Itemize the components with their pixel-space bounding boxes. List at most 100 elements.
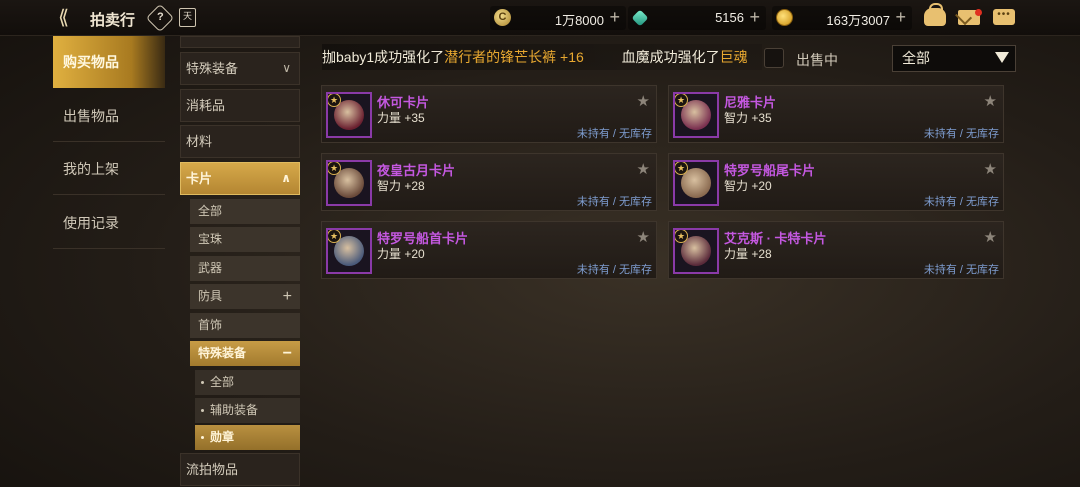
back-arrow-icon[interactable]: ⟪ xyxy=(58,7,84,29)
star-badge-icon: ★ xyxy=(675,230,688,243)
category-consumables[interactable]: 消耗品 xyxy=(180,89,300,122)
chevron-down-icon: ∨ xyxy=(282,61,291,75)
subcategory-label: 防具 xyxy=(198,289,223,303)
subsubcategory-all[interactable]: 全部 xyxy=(195,370,300,395)
chevron-up-icon: ∧ xyxy=(281,171,291,185)
subcategory-all[interactable]: 全部 xyxy=(190,199,300,224)
star-badge-icon: ★ xyxy=(328,230,341,243)
bag-icon[interactable] xyxy=(924,3,946,26)
card-thumbnail: ★ xyxy=(326,92,372,138)
dropdown-arrow-icon xyxy=(995,52,1009,63)
category-label: 流拍物品 xyxy=(186,462,239,477)
ticker-text-2: 血魔成功强化了 xyxy=(621,49,720,65)
star-badge-icon: ★ xyxy=(328,162,341,175)
bullet-icon xyxy=(201,436,204,440)
subcategory-weapon[interactable]: 武器 xyxy=(190,256,300,281)
star-badge-icon: ★ xyxy=(675,162,688,175)
favorite-star-icon[interactable]: ★ xyxy=(984,228,997,246)
nav-item-buy[interactable]: 购买物品 xyxy=(53,36,165,88)
subsubcategory-label: 勋章 xyxy=(210,430,235,444)
favorite-star-icon[interactable]: ★ xyxy=(637,160,650,178)
subcategory-label: 宝珠 xyxy=(198,232,223,246)
card-thumbnail: ★ xyxy=(673,92,719,138)
star-badge-icon: ★ xyxy=(675,94,688,107)
gold-value: 163万3007 xyxy=(826,13,890,28)
bullet-icon xyxy=(201,381,204,385)
favorite-star-icon[interactable]: ★ xyxy=(637,228,650,246)
category-cards[interactable]: 卡片 ∧ xyxy=(180,162,300,195)
category-label: 特殊装备 xyxy=(186,61,239,76)
ticker-item-2: 巨魂 xyxy=(719,49,748,65)
subsubcategory-medal[interactable]: 勋章 xyxy=(195,425,300,450)
category-scroll-edge xyxy=(180,36,300,48)
currency-gem: 5156 + xyxy=(628,6,766,30)
zeny-coin-icon: C xyxy=(494,9,511,26)
dropdown-value: 全部 xyxy=(902,50,930,66)
subcategory-label: 全部 xyxy=(198,204,223,218)
gem-icon xyxy=(631,9,649,27)
card-stat: 力量 +20 xyxy=(377,247,425,261)
card-stat: 智力 +20 xyxy=(724,179,772,193)
subcategory-armor[interactable]: 防具 + xyxy=(190,284,300,309)
zeny-value: 1万8000 xyxy=(554,13,604,28)
item-card[interactable]: ★ 特罗号船首卡片 力量 +20 未持有 / 无库存 ★ xyxy=(321,221,657,279)
on-sale-checkbox[interactable] xyxy=(764,48,784,68)
category-label: 材料 xyxy=(186,134,213,149)
card-stat: 力量 +35 xyxy=(377,111,425,125)
card-thumbnail: ★ xyxy=(326,160,372,206)
subcategory-label: 武器 xyxy=(198,261,223,275)
gold-coin-icon xyxy=(776,9,793,26)
item-card[interactable]: ★ 夜皇古月卡片 智力 +28 未持有 / 无库存 ★ xyxy=(321,153,657,211)
item-card[interactable]: ★ 尼雅卡片 智力 +35 未持有 / 无库存 ★ xyxy=(668,85,1004,143)
card-status: 未持有 / 无库存 xyxy=(576,196,652,208)
card-thumbnail: ★ xyxy=(673,228,719,274)
nav-item-sell[interactable]: 出售物品 xyxy=(53,90,165,142)
page-title: 拍卖行 xyxy=(90,12,136,29)
favorite-star-icon[interactable]: ★ xyxy=(984,160,997,178)
category-special-equipment[interactable]: 特殊装备 ∨ xyxy=(180,52,300,85)
subcategory-accessory[interactable]: 首饰 xyxy=(190,313,300,338)
favorite-star-icon[interactable]: ★ xyxy=(984,92,997,110)
zeny-add-button[interactable]: + xyxy=(609,7,620,28)
filter-dropdown[interactable]: 全部 xyxy=(892,45,1016,72)
nav-item-my-listings[interactable]: 我的上架 xyxy=(53,143,165,195)
card-stat: 智力 +28 xyxy=(377,179,425,193)
item-card[interactable]: ★ 艾克斯 · 卡特卡片 力量 +28 未持有 / 无库存 ★ xyxy=(668,221,1004,279)
gold-add-button[interactable]: + xyxy=(895,7,906,28)
notification-dot xyxy=(975,9,982,16)
card-stat: 智力 +35 xyxy=(724,111,772,125)
card-status: 未持有 / 无库存 xyxy=(923,264,999,276)
category-label: 卡片 xyxy=(186,171,213,186)
subcategory-orb[interactable]: 宝珠 xyxy=(190,227,300,252)
help-icon-glyph: ? xyxy=(156,11,164,24)
subcategory-special-equipment[interactable]: 特殊装备 − xyxy=(190,341,300,366)
subcategory-label: 特殊装备 xyxy=(198,346,247,360)
calendar-icon[interactable]: 天 xyxy=(179,8,196,27)
on-sale-label: 出售中 xyxy=(796,52,838,68)
item-card[interactable]: ★ 休可卡片 力量 +35 未持有 / 无库存 ★ xyxy=(321,85,657,143)
subsubcategory-auxiliary[interactable]: 辅助装备 xyxy=(195,398,300,423)
ticker-item-1: 潜行者的锋芒长裤 +16 xyxy=(444,49,584,65)
item-card[interactable]: ★ 特罗号船尾卡片 智力 +20 未持有 / 无库存 ★ xyxy=(668,153,1004,211)
subsubcategory-label: 全部 xyxy=(210,375,235,389)
card-status: 未持有 / 无库存 xyxy=(576,128,652,140)
card-stat: 力量 +28 xyxy=(724,247,772,261)
gem-value: 5156 xyxy=(715,10,744,25)
subcategory-label: 首饰 xyxy=(198,318,223,332)
expand-plus-icon[interactable]: + xyxy=(283,284,292,309)
card-status: 未持有 / 无库存 xyxy=(923,196,999,208)
star-badge-icon: ★ xyxy=(328,94,341,107)
chat-icon[interactable]: ••• xyxy=(993,9,1015,25)
category-failed-auctions[interactable]: 流拍物品 xyxy=(180,453,300,486)
card-status: 未持有 / 无库存 xyxy=(923,128,999,140)
broadcast-ticker: 拁baby1成功强化了潜行者的锋芒长裤 +16 血魔成功强化了巨魂 xyxy=(322,44,762,70)
category-label: 消耗品 xyxy=(186,98,226,113)
category-materials[interactable]: 材料 xyxy=(180,125,300,158)
nav-item-history[interactable]: 使用记录 xyxy=(53,197,165,249)
currency-zeny: C 1万8000 + xyxy=(490,6,626,30)
collapse-minus-icon[interactable]: − xyxy=(283,341,292,366)
card-thumbnail: ★ xyxy=(326,228,372,274)
card-thumbnail: ★ xyxy=(673,160,719,206)
gem-add-button[interactable]: + xyxy=(749,7,760,28)
favorite-star-icon[interactable]: ★ xyxy=(637,92,650,110)
